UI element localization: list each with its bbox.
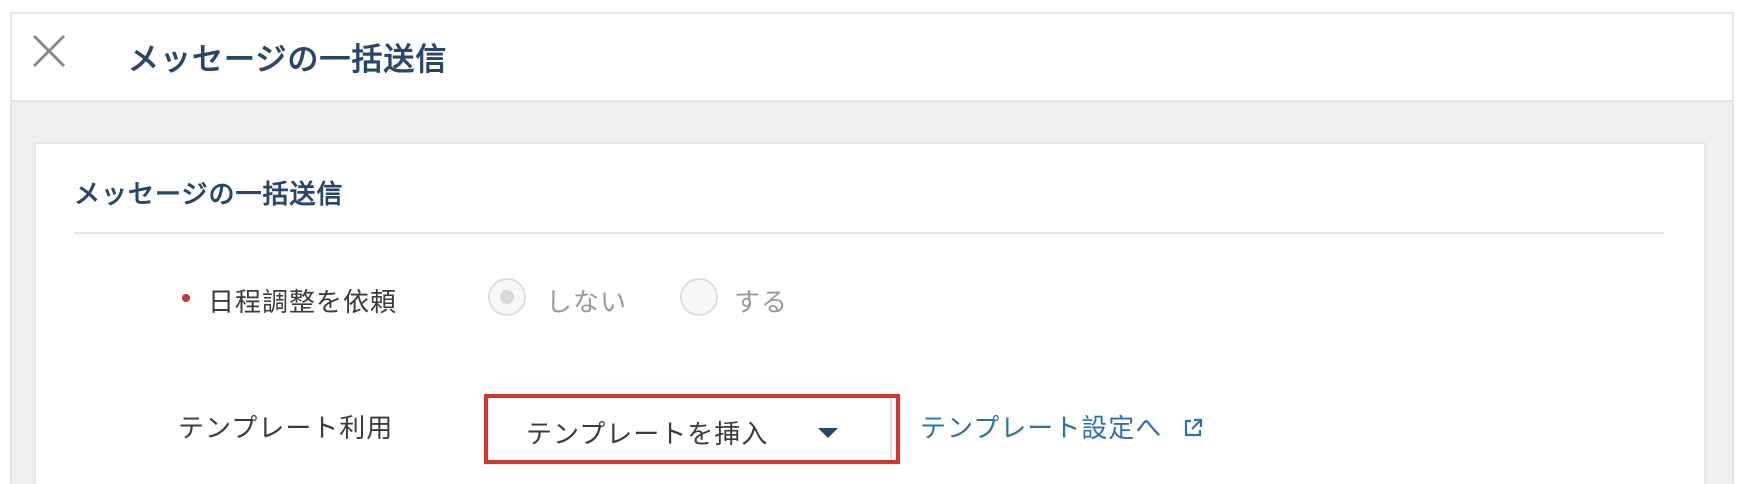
template-settings-link[interactable]: テンプレート設定へ — [920, 408, 1204, 445]
radio-schedule-no-label: しない — [546, 288, 628, 318]
card-title: メッセージの一括送信 — [74, 180, 344, 210]
schedule-request-label: 日程調整を依頼 — [208, 288, 398, 318]
template-usage-label: テンプレート利用 — [178, 414, 394, 444]
radio-selected-dot — [500, 290, 514, 304]
template-settings-link-label: テンプレート設定へ — [920, 414, 1163, 444]
radio-schedule-no[interactable] — [488, 278, 526, 316]
required-indicator — [182, 294, 190, 302]
bulk-message-card: メッセージの一括送信 日程調整を依頼 しない する テンプレート利用 テンプレー… — [34, 142, 1706, 484]
dropdown-label: テンプレートを挿入 — [526, 420, 769, 450]
close-icon — [32, 34, 66, 68]
radio-schedule-yes[interactable] — [680, 278, 718, 316]
modal-header: メッセージの一括送信 — [12, 14, 1732, 102]
caret-down-icon — [818, 428, 838, 438]
insert-template-dropdown[interactable]: テンプレートを挿入 — [484, 394, 900, 464]
page-title: メッセージの一括送信 — [128, 42, 448, 78]
close-button[interactable] — [30, 32, 70, 72]
divider — [74, 232, 1664, 234]
dropdown-body: テンプレートを挿入 — [488, 398, 892, 460]
external-link-icon — [1184, 418, 1202, 436]
modal-window: メッセージの一括送信 メッセージの一括送信 日程調整を依頼 しない する テンプ… — [10, 12, 1734, 484]
radio-schedule-yes-label: する — [734, 288, 789, 318]
